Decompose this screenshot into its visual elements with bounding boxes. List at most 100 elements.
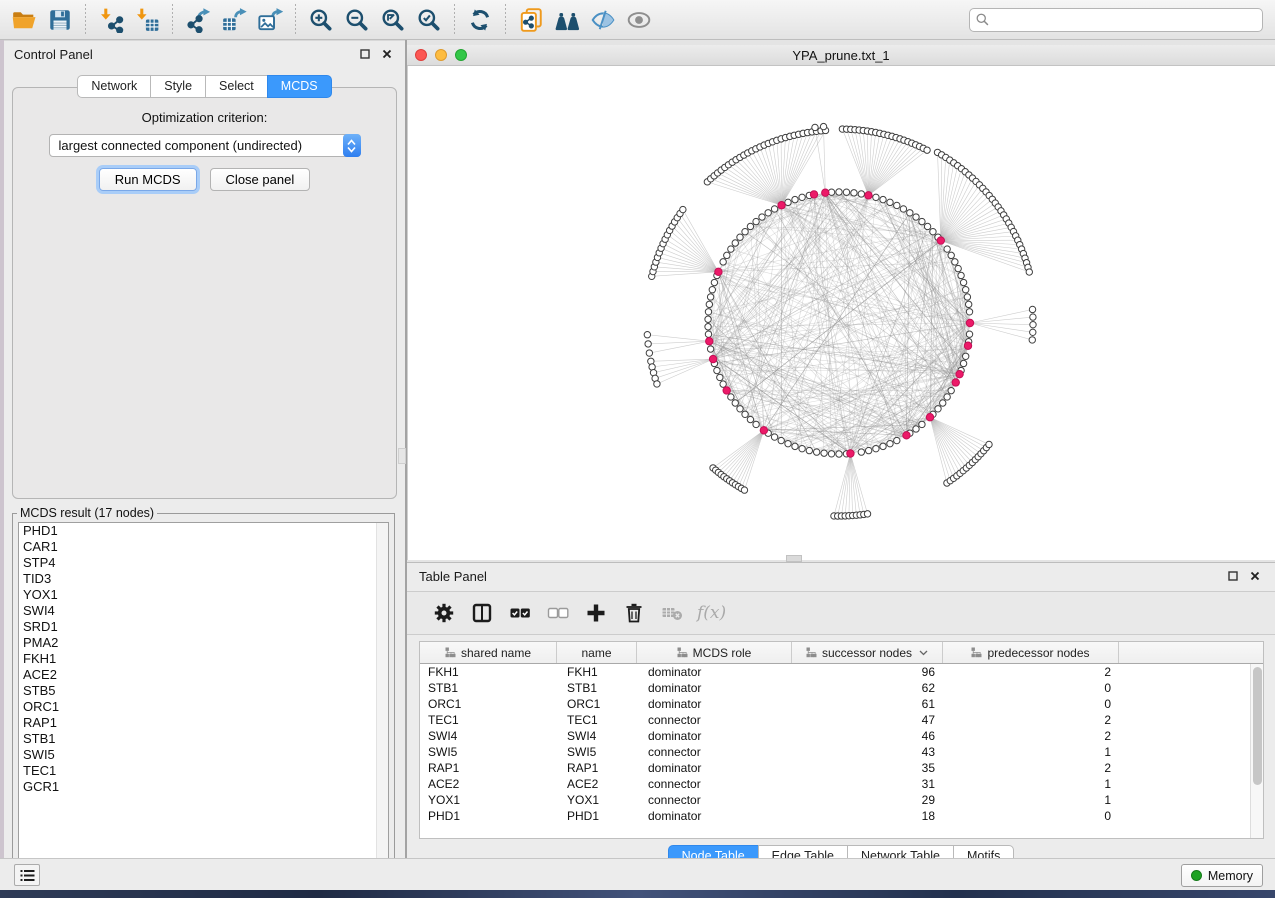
- column-header-successor-nodes[interactable]: successor nodes: [792, 642, 943, 663]
- ring-node[interactable]: [705, 316, 711, 322]
- ring-node[interactable]: [720, 381, 726, 387]
- leaf-node[interactable]: [1030, 314, 1036, 320]
- mcds-hub-node[interactable]: [952, 379, 959, 386]
- ring-node[interactable]: [705, 309, 711, 315]
- ring-node[interactable]: [836, 189, 842, 195]
- table-scrollbar-thumb[interactable]: [1253, 667, 1262, 785]
- ring-node[interactable]: [707, 294, 713, 300]
- delete-column-button[interactable]: [615, 595, 653, 631]
- mcds-hub-node[interactable]: [903, 432, 910, 439]
- ring-node[interactable]: [935, 406, 941, 412]
- ring-node[interactable]: [880, 196, 886, 202]
- leaf-node[interactable]: [1026, 269, 1032, 275]
- show-column-button[interactable]: [463, 595, 501, 631]
- table-row[interactable]: SWI4SWI4dominator462: [420, 728, 1263, 744]
- splitter-handle-icon[interactable]: [398, 448, 406, 464]
- ring-node[interactable]: [851, 190, 857, 196]
- leaf-node[interactable]: [812, 124, 818, 130]
- ring-node[interactable]: [944, 246, 950, 252]
- ring-node[interactable]: [799, 445, 805, 451]
- network-canvas[interactable]: [407, 66, 1275, 560]
- mcds-hub-node[interactable]: [937, 237, 944, 244]
- leaf-node[interactable]: [864, 511, 870, 517]
- ring-node[interactable]: [799, 194, 805, 200]
- ring-node[interactable]: [706, 301, 712, 307]
- ring-node[interactable]: [753, 421, 759, 427]
- tab-mcds[interactable]: MCDS: [267, 75, 332, 98]
- leaf-node[interactable]: [646, 350, 652, 356]
- mcds-result-item[interactable]: CAR1: [19, 539, 388, 555]
- ring-node[interactable]: [924, 223, 930, 229]
- ring-node[interactable]: [765, 210, 771, 216]
- leaf-node[interactable]: [1029, 306, 1035, 312]
- mcds-result-item[interactable]: PMA2: [19, 635, 388, 651]
- mcds-result-item[interactable]: SWI5: [19, 747, 388, 763]
- ring-node[interactable]: [742, 229, 748, 235]
- ring-node[interactable]: [919, 421, 925, 427]
- ring-node[interactable]: [907, 210, 913, 216]
- table-row[interactable]: STB1STB1dominator620: [420, 680, 1263, 696]
- ring-node[interactable]: [711, 279, 717, 285]
- result-list-scrollbar[interactable]: [376, 523, 388, 871]
- ring-node[interactable]: [887, 199, 893, 205]
- mcds-result-item[interactable]: TID3: [19, 571, 388, 587]
- ring-node[interactable]: [742, 411, 748, 417]
- ring-node[interactable]: [705, 324, 711, 330]
- ring-node[interactable]: [747, 416, 753, 422]
- mcds-result-item[interactable]: STB1: [19, 731, 388, 747]
- ring-node[interactable]: [792, 443, 798, 449]
- network-graph[interactable]: [408, 66, 1275, 560]
- save-session-button[interactable]: [42, 3, 78, 37]
- criterion-select[interactable]: largest connected component (undirected): [49, 134, 361, 157]
- ring-node[interactable]: [948, 387, 954, 393]
- ring-node[interactable]: [705, 331, 711, 337]
- export-table-button[interactable]: [216, 3, 252, 37]
- ring-node[interactable]: [759, 214, 765, 220]
- mcds-result-item[interactable]: ACE2: [19, 667, 388, 683]
- leaf-node[interactable]: [680, 206, 686, 212]
- tab-style[interactable]: Style: [150, 75, 206, 98]
- task-history-button[interactable]: [14, 864, 40, 886]
- ring-node[interactable]: [778, 437, 784, 443]
- ring-node[interactable]: [952, 259, 958, 265]
- table-row[interactable]: SWI5SWI5connector431: [420, 744, 1263, 760]
- column-header-predecessor-nodes[interactable]: predecessor nodes: [943, 642, 1119, 663]
- ring-node[interactable]: [753, 218, 759, 224]
- mcds-hub-node[interactable]: [847, 450, 854, 457]
- ring-node[interactable]: [913, 426, 919, 432]
- ring-node[interactable]: [728, 394, 734, 400]
- horizontal-splitter-handle[interactable]: [786, 555, 802, 562]
- mcds-result-item[interactable]: STB5: [19, 683, 388, 699]
- mcds-hub-node[interactable]: [964, 342, 971, 349]
- mcds-hub-node[interactable]: [810, 191, 817, 198]
- mcds-result-item[interactable]: FKH1: [19, 651, 388, 667]
- ring-node[interactable]: [966, 309, 972, 315]
- ring-node[interactable]: [747, 223, 753, 229]
- table-row[interactable]: ACE2ACE2connector311: [420, 776, 1263, 792]
- create-column-button[interactable]: [577, 595, 615, 631]
- leaf-node[interactable]: [741, 487, 747, 493]
- ring-node[interactable]: [836, 451, 842, 457]
- select-all-button[interactable]: [501, 595, 539, 631]
- ring-node[interactable]: [720, 259, 726, 265]
- ring-node[interactable]: [806, 447, 812, 453]
- ring-node[interactable]: [813, 449, 819, 455]
- table-row[interactable]: ORC1ORC1dominator610: [420, 696, 1263, 712]
- ring-node[interactable]: [785, 199, 791, 205]
- close-panel-button-mcds[interactable]: Close panel: [210, 168, 311, 191]
- ring-node[interactable]: [887, 440, 893, 446]
- ring-node[interactable]: [724, 252, 730, 258]
- mcds-hub-node[interactable]: [956, 370, 963, 377]
- mcds-result-item[interactable]: SWI4: [19, 603, 388, 619]
- table-settings-button[interactable]: [425, 595, 463, 631]
- export-network-button[interactable]: [180, 3, 216, 37]
- show-graphics-details-button[interactable]: [621, 3, 657, 37]
- ring-node[interactable]: [894, 437, 900, 443]
- table-row[interactable]: YOX1YOX1connector291: [420, 792, 1263, 808]
- close-panel-button[interactable]: [379, 46, 395, 62]
- ring-node[interactable]: [913, 214, 919, 220]
- mcds-hub-node[interactable]: [966, 319, 973, 326]
- open-session-button[interactable]: [6, 3, 42, 37]
- ring-node[interactable]: [948, 252, 954, 258]
- leaf-node[interactable]: [1030, 329, 1036, 335]
